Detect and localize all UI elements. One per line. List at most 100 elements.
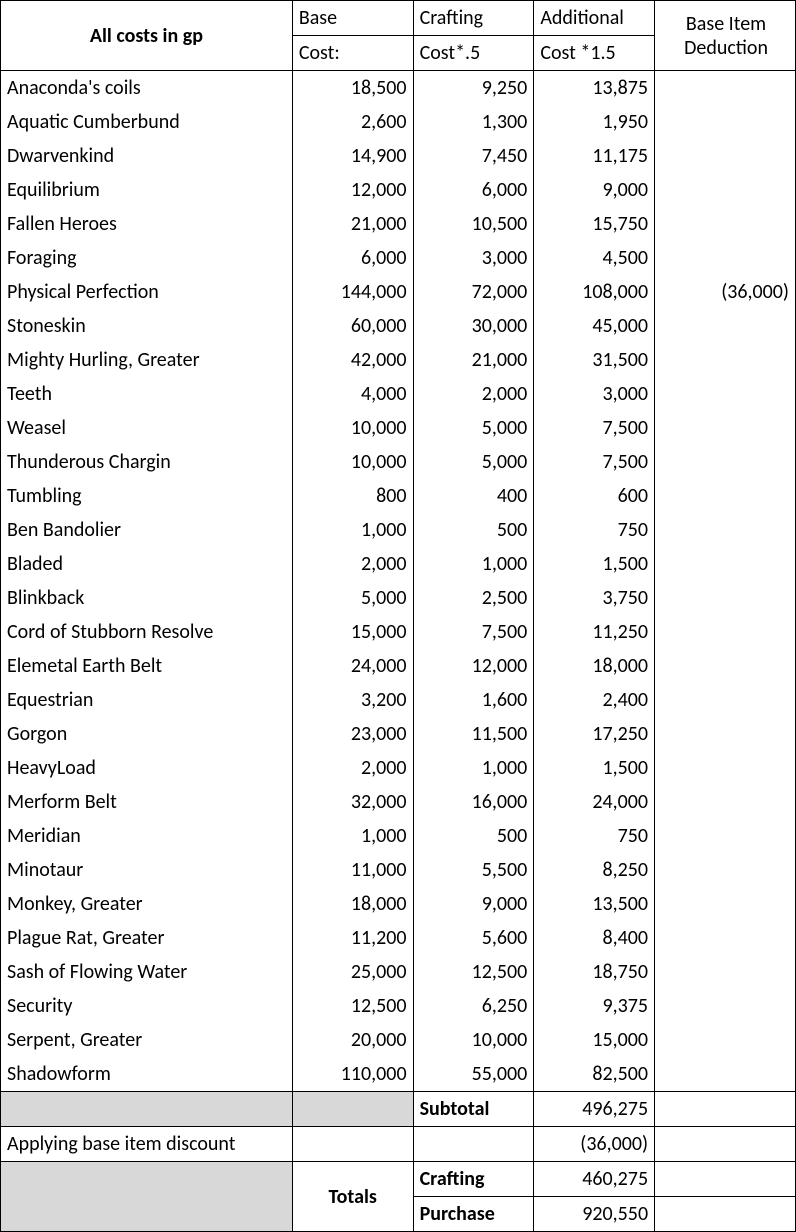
craft-cost: 12,000 bbox=[413, 649, 534, 683]
add-cost: 18,000 bbox=[534, 649, 655, 683]
craft-cost: 1,000 bbox=[413, 751, 534, 785]
item-name: Merform Belt bbox=[1, 785, 293, 819]
table-row: Minotaur11,0005,5008,250 bbox=[1, 853, 796, 887]
add-cost: 31,500 bbox=[534, 343, 655, 377]
add-cost: 13,875 bbox=[534, 71, 655, 106]
table-row: Mighty Hurling, Greater42,00021,00031,50… bbox=[1, 343, 796, 377]
subtotal-value: 496,275 bbox=[534, 1092, 655, 1127]
deduction bbox=[655, 989, 796, 1023]
table-title: All costs in gp bbox=[1, 1, 293, 71]
cost-table: All costs in gp Base Crafting Additional… bbox=[0, 0, 796, 1232]
add-cost: 1,950 bbox=[534, 105, 655, 139]
item-name: Plague Rat, Greater bbox=[1, 921, 293, 955]
craft-cost: 2,500 bbox=[413, 581, 534, 615]
deduction bbox=[655, 105, 796, 139]
base-cost: 11,200 bbox=[292, 921, 413, 955]
item-name: Security bbox=[1, 989, 293, 1023]
table-row: Security12,5006,2509,375 bbox=[1, 989, 796, 1023]
add-cost: 3,000 bbox=[534, 377, 655, 411]
item-name: Mighty Hurling, Greater bbox=[1, 343, 293, 377]
base-cost: 10,000 bbox=[292, 445, 413, 479]
deduction bbox=[655, 819, 796, 853]
item-name: Equestrian bbox=[1, 683, 293, 717]
craft-cost: 7,500 bbox=[413, 615, 534, 649]
base-cost: 23,000 bbox=[292, 717, 413, 751]
deduction bbox=[655, 955, 796, 989]
add-cost: 9,000 bbox=[534, 173, 655, 207]
subtotal-ded bbox=[655, 1092, 796, 1127]
deduction bbox=[655, 853, 796, 887]
add-cost: 82,500 bbox=[534, 1057, 655, 1092]
deduction: (36,000) bbox=[655, 275, 796, 309]
table-row: Thunderous Chargin10,0005,0007,500 bbox=[1, 445, 796, 479]
table-row: Aquatic Cumberbund2,6001,3001,950 bbox=[1, 105, 796, 139]
hdr-base-bot: Cost: bbox=[292, 36, 413, 71]
craft-cost: 1,600 bbox=[413, 683, 534, 717]
hdr-add-top: Additional bbox=[534, 1, 655, 36]
base-cost: 2,000 bbox=[292, 547, 413, 581]
craft-cost: 6,250 bbox=[413, 989, 534, 1023]
totals-crafting-value: 460,275 bbox=[534, 1162, 655, 1197]
item-name: HeavyLoad bbox=[1, 751, 293, 785]
base-cost: 18,000 bbox=[292, 887, 413, 921]
table-row: Plague Rat, Greater11,2005,6008,400 bbox=[1, 921, 796, 955]
table-row: HeavyLoad2,0001,0001,500 bbox=[1, 751, 796, 785]
discount-spacer-2 bbox=[413, 1127, 534, 1162]
add-cost: 7,500 bbox=[534, 445, 655, 479]
item-name: Shadowform bbox=[1, 1057, 293, 1092]
table-row: Stoneskin60,00030,00045,000 bbox=[1, 309, 796, 343]
hdr-craft-bot: Cost*.5 bbox=[413, 36, 534, 71]
item-name: Elemetal Earth Belt bbox=[1, 649, 293, 683]
table-row: Cord of Stubborn Resolve15,0007,50011,25… bbox=[1, 615, 796, 649]
table-row: Merform Belt32,00016,00024,000 bbox=[1, 785, 796, 819]
item-name: Anaconda's coils bbox=[1, 71, 293, 106]
craft-cost: 72,000 bbox=[413, 275, 534, 309]
add-cost: 13,500 bbox=[534, 887, 655, 921]
add-cost: 8,400 bbox=[534, 921, 655, 955]
craft-cost: 1,300 bbox=[413, 105, 534, 139]
deduction bbox=[655, 411, 796, 445]
craft-cost: 5,500 bbox=[413, 853, 534, 887]
base-cost: 12,500 bbox=[292, 989, 413, 1023]
base-cost: 42,000 bbox=[292, 343, 413, 377]
craft-cost: 7,450 bbox=[413, 139, 534, 173]
add-cost: 15,000 bbox=[534, 1023, 655, 1057]
craft-cost: 30,000 bbox=[413, 309, 534, 343]
deduction bbox=[655, 683, 796, 717]
deduction bbox=[655, 1023, 796, 1057]
base-cost: 25,000 bbox=[292, 955, 413, 989]
add-cost: 9,375 bbox=[534, 989, 655, 1023]
table-row: Meridian1,000500750 bbox=[1, 819, 796, 853]
totals-crafting-label: Crafting bbox=[413, 1162, 534, 1197]
item-name: Foraging bbox=[1, 241, 293, 275]
deduction bbox=[655, 1057, 796, 1092]
table-row: Shadowform110,00055,00082,500 bbox=[1, 1057, 796, 1092]
item-name: Sash of Flowing Water bbox=[1, 955, 293, 989]
table-row: Monkey, Greater18,0009,00013,500 bbox=[1, 887, 796, 921]
deduction bbox=[655, 139, 796, 173]
base-cost: 12,000 bbox=[292, 173, 413, 207]
item-name: Stoneskin bbox=[1, 309, 293, 343]
item-name: Monkey, Greater bbox=[1, 887, 293, 921]
craft-cost: 11,500 bbox=[413, 717, 534, 751]
base-cost: 144,000 bbox=[292, 275, 413, 309]
table-row: Teeth4,0002,0003,000 bbox=[1, 377, 796, 411]
add-cost: 7,500 bbox=[534, 411, 655, 445]
add-cost: 1,500 bbox=[534, 751, 655, 785]
craft-cost: 500 bbox=[413, 819, 534, 853]
table-row: Elemetal Earth Belt24,00012,00018,000 bbox=[1, 649, 796, 683]
item-name: Aquatic Cumberbund bbox=[1, 105, 293, 139]
base-cost: 110,000 bbox=[292, 1057, 413, 1092]
item-name: Bladed bbox=[1, 547, 293, 581]
craft-cost: 5,600 bbox=[413, 921, 534, 955]
base-cost: 15,000 bbox=[292, 615, 413, 649]
craft-cost: 2,000 bbox=[413, 377, 534, 411]
base-cost: 6,000 bbox=[292, 241, 413, 275]
table-row: Ben Bandolier1,000500750 bbox=[1, 513, 796, 547]
craft-cost: 16,000 bbox=[413, 785, 534, 819]
add-cost: 2,400 bbox=[534, 683, 655, 717]
item-name: Blinkback bbox=[1, 581, 293, 615]
add-cost: 8,250 bbox=[534, 853, 655, 887]
base-cost: 3,200 bbox=[292, 683, 413, 717]
deduction bbox=[655, 241, 796, 275]
